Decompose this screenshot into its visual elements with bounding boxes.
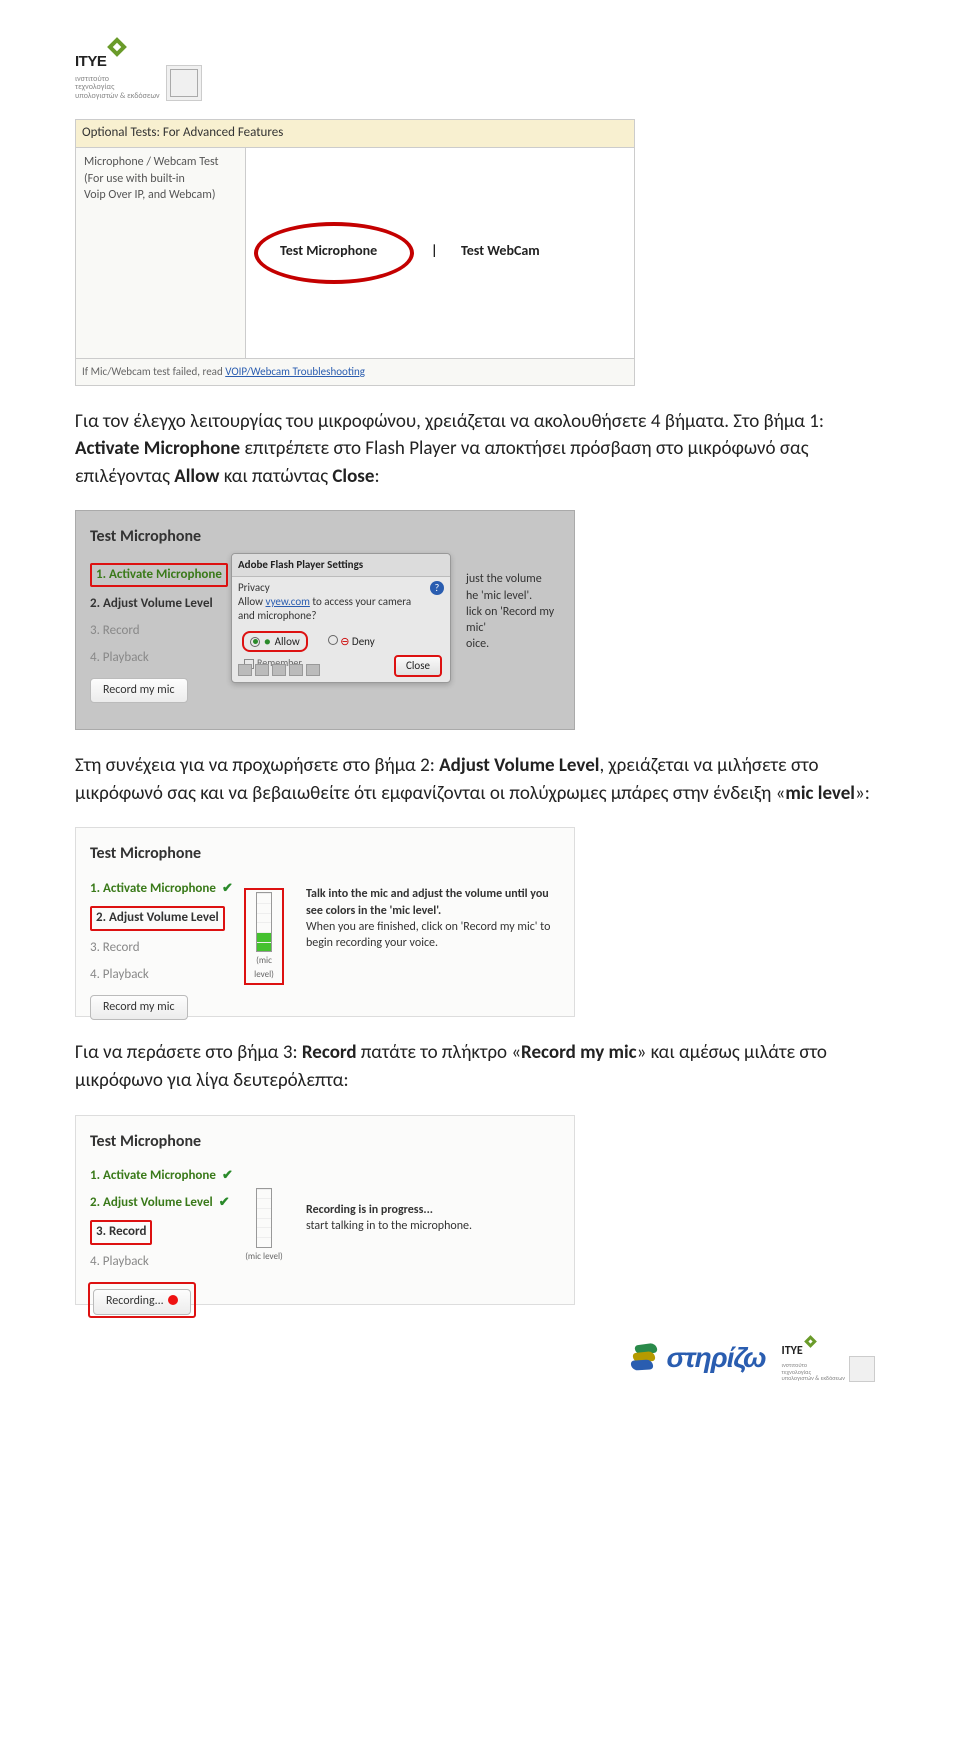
vu-meter — [256, 1188, 272, 1248]
popup-privacy: Privacy — [238, 581, 444, 595]
test-microphone-link[interactable]: Test Microphone — [280, 241, 377, 261]
panel-title: Test Microphone — [76, 838, 574, 875]
troubleshooting-link[interactable]: VOIP/Webcam Troubleshooting — [225, 365, 365, 378]
page-footer: στηρίζω ITYE ινστιτούτο τεχνολογίας υπολ… — [75, 1335, 885, 1382]
domain-link[interactable]: vyew.com — [266, 595, 310, 608]
step1-highlight: 1. Activate Microphone — [90, 563, 228, 588]
tab-icon[interactable] — [306, 664, 320, 676]
test-webcam-link[interactable]: Test WebCam — [461, 241, 540, 261]
allow-dot-icon: ● — [264, 634, 271, 650]
recording-hint: Recording is in progress... start talkin… — [306, 1202, 566, 1234]
instruction-para-3: Για να περάσετε στο βήμα 3: Record πατάτ… — [75, 1039, 885, 1094]
popup-title: Adobe Flash Player Settings — [232, 554, 450, 577]
deny-dash-icon: ⊖ — [340, 635, 349, 648]
check-icon: ✔ — [222, 880, 233, 899]
record-my-mic-button[interactable]: Record my mic — [90, 678, 188, 703]
cube-icon — [166, 65, 202, 101]
mic-level-meter: (mic level) — [244, 888, 284, 985]
close-button[interactable]: Close — [394, 655, 442, 677]
step-4: 4. Playback — [90, 962, 560, 989]
instruction-para-1: Για τον έλεγχο λειτουργίας του μικροφώνο… — [75, 408, 885, 491]
mic-highlight: (mic level) — [244, 888, 284, 984]
record-my-mic-button[interactable]: Record my mic — [90, 995, 188, 1020]
recording-button[interactable]: Recording... — [93, 1289, 191, 1314]
cube-icon — [849, 1356, 875, 1382]
test-microphone-panel-3: Test Microphone 1. Activate Microphone ✔… — [75, 1115, 575, 1305]
check-icon: ✔ — [219, 1194, 230, 1213]
stirizo-logo: στηρίζω — [631, 1338, 766, 1379]
itye-sub3: υπολογιστών & εκδόσεων — [75, 92, 160, 101]
step-1: 1. Activate Microphone ✔ — [90, 1163, 560, 1190]
test-microphone-panel-1: Test Microphone 1. Activate Microphone ✔… — [75, 510, 575, 730]
shot-footer: If Mic/Webcam test failed, read VOIP/Web… — [76, 358, 634, 385]
tab-icon[interactable] — [255, 664, 269, 676]
instruction-para-2: Στη συνέχεια για να προχωρήσετε στο βήμα… — [75, 752, 885, 807]
stirizo-text: στηρίζω — [667, 1338, 766, 1379]
check-icon: ✔ — [222, 1167, 233, 1186]
square-icon — [804, 1335, 817, 1348]
record-dot-icon — [168, 1295, 178, 1305]
step2-highlight: 2. Adjust Volume Level — [90, 906, 225, 931]
step3-highlight: 3. Record — [90, 1220, 152, 1245]
left-line3: Voip Over IP, and Webcam) — [84, 187, 237, 204]
pipe-divider: | — [431, 241, 438, 261]
deny-radio[interactable]: ⊖ Deny — [328, 634, 375, 650]
adjust-volume-hint: Talk into the mic and adjust the volume … — [306, 886, 566, 951]
popup-question: Allow vyew.com to access your camera and… — [238, 595, 444, 623]
mic-level-label: (mic level) — [248, 954, 280, 980]
tab-icon[interactable] — [289, 664, 303, 676]
panel-title: Test Microphone — [76, 1126, 574, 1163]
square-icon — [107, 37, 127, 57]
flash-player-settings-popup: Adobe Flash Player Settings ? Privacy Al… — [231, 553, 451, 683]
itye-logo-footer: ITYE ινστιτούτο τεχνολογίας υπολογιστών … — [782, 1335, 875, 1382]
shot-header: Optional Tests: For Advanced Features — [76, 120, 634, 148]
test-microphone-panel-2: Test Microphone 1. Activate Microphone ✔… — [75, 827, 575, 1017]
itye-brand: ITYE — [75, 53, 106, 70]
hint-text-cropped: just the volume he 'mic level'. lick on … — [466, 571, 576, 652]
itye-logo-header: ITYE ινστιτούτο τεχνολογίας υπολογιστών … — [75, 40, 885, 101]
mic-level-meter: (mic level) — [244, 1188, 284, 1263]
shot-left-col: Microphone / Webcam Test (For use with b… — [76, 148, 246, 358]
step-4: 4. Playback — [90, 1249, 560, 1276]
advanced-tests-screenshot: Optional Tests: For Advanced Features Mi… — [75, 119, 635, 386]
tab-icon[interactable] — [272, 664, 286, 676]
vu-meter — [256, 892, 272, 952]
left-line1: Microphone / Webcam Test — [84, 154, 237, 171]
popup-tabs — [238, 664, 320, 676]
tree-icon — [631, 1344, 661, 1372]
tab-icon[interactable] — [238, 664, 252, 676]
footer-pre: If Mic/Webcam test failed, read — [82, 365, 225, 378]
left-line2: (For use with built-in — [84, 171, 237, 188]
mic-level-label: (mic level) — [244, 1250, 284, 1263]
shot-body: Test Microphone | Test WebCam — [246, 148, 634, 358]
allow-radio[interactable]: ● Allow — [242, 631, 308, 653]
